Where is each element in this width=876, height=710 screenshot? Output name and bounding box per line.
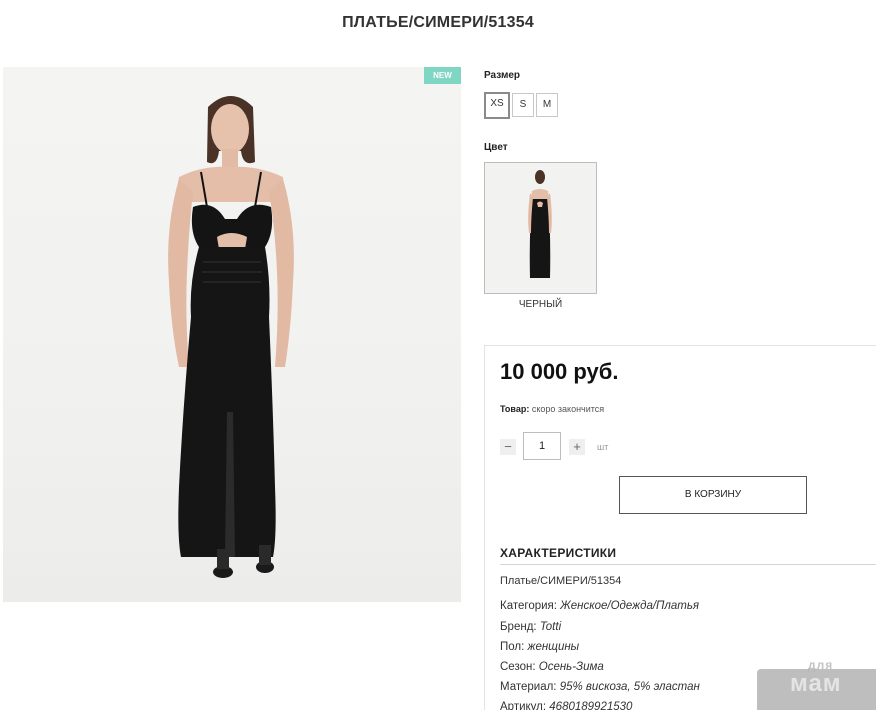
quantity-decrease-button[interactable]: −	[500, 439, 516, 455]
spec-value[interactable]: Totti	[540, 621, 561, 633]
color-thumbnail-image	[528, 170, 552, 278]
spec-key: Артикул:	[500, 701, 547, 710]
spec-value: 4680189921530	[549, 701, 633, 710]
spec-key: Бренд:	[500, 621, 537, 633]
spec-product-name: Платье/СИМЕРИ/51354	[500, 575, 622, 587]
spec-row-gender: Пол: женщины	[500, 641, 579, 653]
spec-row-category: Категория: Женское/Одежда/Платья	[500, 600, 699, 612]
buy-box	[484, 345, 876, 710]
size-option-s[interactable]: S	[512, 93, 534, 117]
spec-key: Категория:	[500, 600, 557, 612]
spec-value: 95% вискоза, 5% эластан	[559, 681, 700, 693]
quantity-unit: шт	[597, 442, 609, 452]
stock-status: Товар: скоро закончится	[500, 404, 604, 414]
add-to-cart-button[interactable]: В КОРЗИНУ	[619, 476, 807, 514]
spec-value[interactable]: Женское/Одежда/Платья	[560, 600, 699, 612]
spec-key: Материал:	[500, 681, 557, 693]
specs-title: ХАРАКТЕРИСТИКИ	[500, 546, 617, 560]
spec-row-article: Артикул: 4680189921530	[500, 701, 632, 710]
model-in-dress-image	[168, 96, 294, 578]
spec-key: Пол:	[500, 641, 525, 653]
stock-value: скоро закончится	[531, 404, 605, 414]
color-swatch-black[interactable]	[484, 162, 597, 294]
spec-row-material: Материал: 95% вискоза, 5% эластан	[500, 681, 700, 693]
color-label: Цвет	[484, 142, 508, 153]
quantity-input[interactable]	[523, 432, 561, 460]
specs-divider	[500, 564, 876, 565]
page-title: ПЛАТЬЕ/СИМЕРИ/51354	[342, 14, 534, 31]
price: 10 000 руб.	[500, 359, 619, 384]
spec-row-season: Сезон: Осень-Зима	[500, 661, 604, 673]
size-label: Размер	[484, 70, 521, 81]
product-photo[interactable]: NEW	[3, 67, 461, 602]
size-option-m[interactable]: M	[536, 93, 558, 117]
watermark-logo: мам	[790, 670, 842, 697]
new-badge: NEW	[424, 67, 461, 84]
spec-key: Сезон:	[500, 661, 536, 673]
spec-row-brand: Бренд: Totti	[500, 621, 561, 633]
quantity-increase-button[interactable]: +	[569, 439, 585, 455]
color-name: ЧЕРНЫЙ	[518, 299, 563, 310]
spec-value: женщины	[527, 641, 580, 653]
size-option-xs[interactable]: XS	[484, 92, 510, 119]
spec-value: Осень-Зима	[538, 661, 604, 673]
stock-label: Товар:	[500, 404, 530, 414]
